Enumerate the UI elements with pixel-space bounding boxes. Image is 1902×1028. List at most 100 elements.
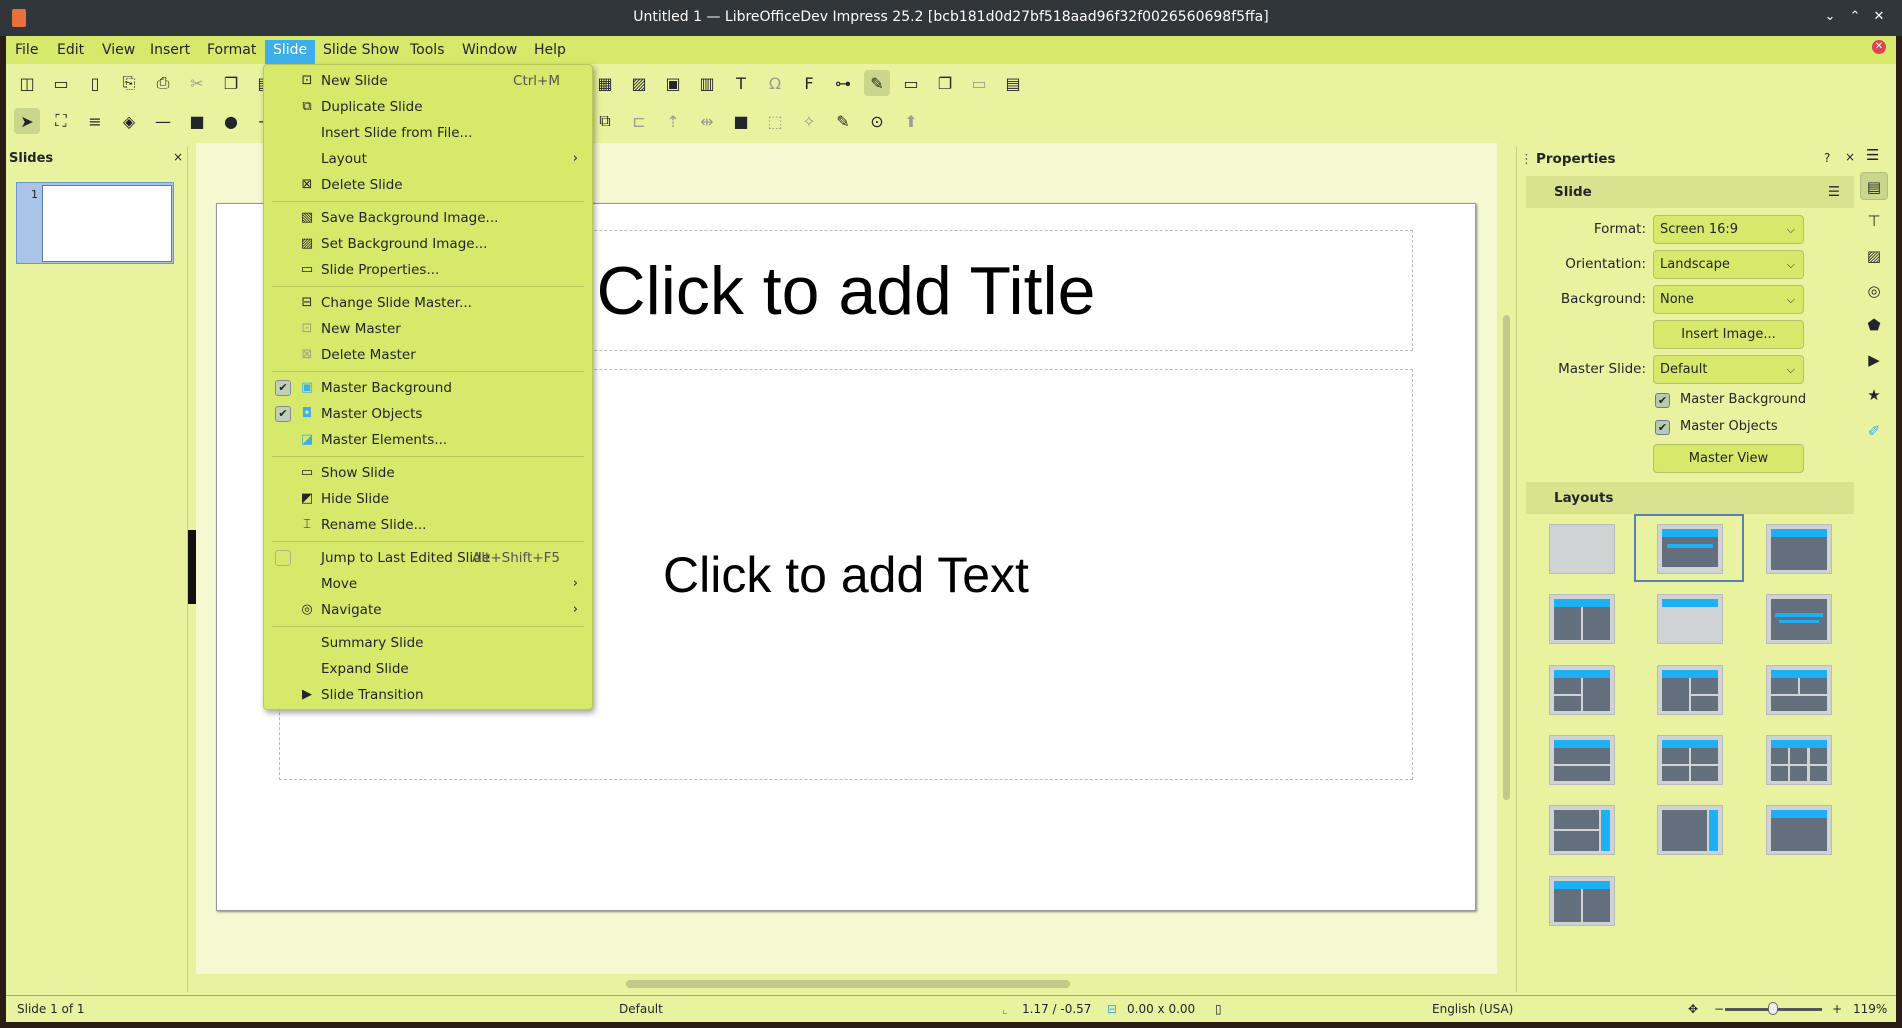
crop-icon[interactable]: ⬚ — [762, 108, 788, 134]
menu-item-new-master[interactable]: ⊡ New Master — [264, 316, 592, 342]
toggle-extrusion-icon[interactable]: ⬆ — [898, 108, 924, 134]
menu-item-set-background-image[interactable]: ▨ Set Background Image... — [264, 231, 592, 257]
menu-item-hide-slide[interactable]: ◩ Hide Slide — [264, 486, 592, 512]
layout-title-content-over-content[interactable] — [1549, 735, 1615, 785]
sidebar-menu-icon[interactable]: ☰ — [1866, 146, 1879, 164]
points-icon[interactable]: ✎ — [830, 108, 856, 134]
export-pdf-icon[interactable]: ⎘ — [116, 70, 142, 96]
delete-slide-icon[interactable]: ▭ — [966, 70, 992, 96]
layout-title-content-and-2-content[interactable] — [1657, 665, 1723, 715]
slide-transition-tab-icon[interactable]: ▶ — [1860, 346, 1888, 374]
background-dropdown[interactable]: None ⌵ — [1653, 285, 1804, 314]
templates-icon[interactable]: ◫ — [14, 70, 40, 96]
menu-item-navigate[interactable]: ◎ Navigate › — [264, 597, 592, 623]
display-views-icon[interactable]: ▤ — [1000, 70, 1026, 96]
distribute-icon[interactable]: ⇹ — [694, 108, 720, 134]
layout-title-2-content-over-content[interactable] — [1766, 665, 1832, 715]
fill-color-icon[interactable]: ◈ — [116, 108, 142, 134]
close-window-button[interactable]: ✕ — [1870, 8, 1888, 26]
line-icon[interactable]: — — [150, 108, 176, 134]
menu-item-change-slide-master[interactable]: ⊟ Change Slide Master... — [264, 290, 592, 316]
menu-item-expand-slide[interactable]: Expand Slide — [264, 656, 592, 682]
menu-item-master-objects[interactable]: ✔ ◘ Master Objects — [264, 401, 592, 427]
zoom-slider-thumb[interactable] — [1768, 1002, 1778, 1015]
menu-window[interactable]: Window — [454, 40, 525, 64]
menu-item-show-slide[interactable]: ▭ Show Slide — [264, 460, 592, 486]
master-slide-dropdown[interactable]: Default ⌵ — [1653, 355, 1804, 384]
menu-item-master-elements[interactable]: ◪ Master Elements... — [264, 427, 592, 453]
insert-image-button[interactable]: Insert Image... — [1653, 320, 1804, 349]
copy-icon[interactable]: ❐ — [218, 70, 244, 96]
media-icon[interactable]: ▣ — [660, 70, 686, 96]
slide-thumbnail-preview[interactable] — [42, 185, 172, 262]
menu-view[interactable]: View — [94, 40, 143, 64]
align-icon[interactable]: ⊏ — [626, 108, 652, 134]
zoom-pan-icon[interactable]: ⛶ — [48, 108, 74, 134]
layout-centered-text[interactable] — [1766, 594, 1832, 644]
layout-title-4-content[interactable] — [1657, 735, 1723, 785]
menu-item-slide-transition[interactable]: ▶ Slide Transition — [264, 682, 592, 708]
filter-icon[interactable]: ✧ — [796, 108, 822, 134]
menu-item-duplicate-slide[interactable]: ⧉ Duplicate Slide — [264, 94, 592, 120]
layout-title-6-content[interactable] — [1766, 735, 1832, 785]
layout-vertical-title-text[interactable] — [1657, 805, 1723, 855]
image-icon[interactable]: ▨ — [626, 70, 652, 96]
menu-item-insert-slide-from-file[interactable]: Insert Slide from File... — [264, 120, 592, 146]
zoom-level[interactable]: 119% — [1853, 1002, 1887, 1016]
format-dropdown[interactable]: Screen 16:9 ⌵ — [1653, 215, 1804, 244]
layout-title-only[interactable] — [1657, 594, 1723, 644]
layout-title-content[interactable] — [1766, 524, 1832, 574]
layout-title-and-2-content[interactable] — [1549, 594, 1615, 644]
zoom-in-button[interactable]: + — [1832, 1002, 1842, 1016]
new-slide-icon[interactable]: ▭ — [898, 70, 924, 96]
cut-icon[interactable]: ✂ — [184, 70, 210, 96]
table-icon[interactable]: ▦ — [592, 70, 618, 96]
layout-title-vertical-text[interactable] — [1766, 805, 1832, 855]
orientation-dropdown[interactable]: Landscape ⌵ — [1653, 250, 1804, 279]
rectangle-icon[interactable]: ■ — [184, 108, 210, 134]
layouts-section-header[interactable]: Layouts — [1526, 482, 1854, 514]
gallery-tab-icon[interactable]: ▨ — [1860, 242, 1888, 270]
menu-format[interactable]: Format — [199, 40, 264, 64]
maximize-button[interactable]: ⌃ — [1846, 8, 1864, 26]
minimize-button[interactable]: ⌄ — [1821, 8, 1839, 26]
menu-item-master-background[interactable]: ✔ ▣ Master Background — [264, 375, 592, 401]
slide-section-header[interactable]: Slide ☰ — [1526, 176, 1854, 208]
menu-item-layout[interactable]: Layout › — [264, 146, 592, 172]
menu-item-new-slide[interactable]: ⊡ New Slide Ctrl+M — [264, 68, 592, 94]
layout-blank-slide[interactable] — [1549, 524, 1615, 574]
glue-points-icon[interactable]: ⊙ — [864, 108, 890, 134]
select-icon[interactable]: ➤ — [14, 108, 40, 134]
vertical-scrollbar[interactable] — [1503, 315, 1510, 800]
menu-insert[interactable]: Insert — [142, 40, 198, 64]
layout-vertical-title-vertical-text[interactable] — [1549, 805, 1615, 855]
fit-slide-icon[interactable]: ✥ — [1688, 1002, 1698, 1016]
draw-icon[interactable]: ✎ — [864, 70, 890, 96]
arrange-icon[interactable]: ⇡ — [660, 108, 686, 134]
menu-edit[interactable]: Edit — [49, 40, 92, 64]
animation-tab-icon[interactable]: ★ — [1860, 381, 1888, 409]
close-document-icon[interactable]: ✕ — [1872, 40, 1886, 54]
menu-item-jump-to-last-edited-slide[interactable]: Jump to Last Edited Slide Alt+Shift+F5 — [264, 545, 592, 571]
menu-item-delete-master[interactable]: ⊠ Delete Master — [264, 342, 592, 368]
menu-file[interactable]: File — [7, 40, 46, 64]
save-icon[interactable]: ▯ — [82, 70, 108, 96]
slides-panel-collapse-handle[interactable] — [188, 530, 196, 604]
open-icon[interactable]: ▭ — [48, 70, 74, 96]
menu-tools[interactable]: Tools — [402, 40, 453, 64]
duplicate-slide-icon[interactable]: ❐ — [932, 70, 958, 96]
menu-item-slide-properties[interactable]: ▭ Slide Properties... — [264, 257, 592, 283]
transform-icon[interactable]: ⧉ — [592, 108, 618, 134]
language[interactable]: English (USA) — [1432, 1002, 1513, 1016]
print-icon[interactable]: ⎙ — [150, 70, 176, 96]
menu-slide-show[interactable]: Slide Show — [315, 40, 407, 64]
menu-item-rename-slide[interactable]: ⌶ Rename Slide... — [264, 512, 592, 538]
section-menu-icon[interactable]: ☰ — [1828, 176, 1840, 208]
master-slides-tab-icon[interactable]: ✐ — [1860, 417, 1888, 445]
chart-icon[interactable]: ▥ — [694, 70, 720, 96]
master-background-checkbox[interactable]: ✔ — [1655, 393, 1670, 408]
menu-slide[interactable]: Slide — [265, 40, 316, 64]
hyperlink-icon[interactable]: ⊶ — [830, 70, 856, 96]
shadow-icon[interactable]: ■ — [728, 108, 754, 134]
special-char-icon[interactable]: Ω — [762, 70, 788, 96]
